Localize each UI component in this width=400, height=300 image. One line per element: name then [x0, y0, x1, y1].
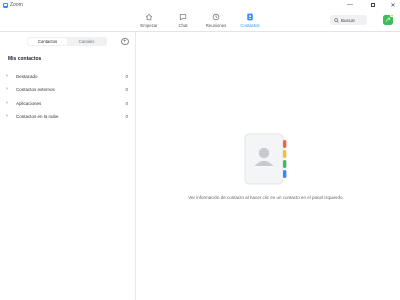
clock-icon — [212, 13, 220, 21]
contacts-sidebar: Contactos Canales + Mis contactos › Dest… — [0, 32, 136, 300]
user-avatar[interactable] — [383, 13, 394, 25]
group-count: 0 — [125, 100, 128, 106]
chevron-right-icon: › — [6, 73, 8, 79]
group-count: 0 — [125, 113, 128, 119]
section-title: Mis contactos — [8, 56, 42, 62]
nav-home[interactable]: Empezar — [131, 12, 167, 31]
contact-group-destacado[interactable]: › Destacado 0 — [6, 72, 128, 80]
group-label: Destacado — [16, 73, 38, 79]
minimize-button[interactable]: — — [343, 1, 357, 9]
address-book-illustration — [244, 133, 287, 185]
chevron-right-icon: › — [6, 86, 8, 92]
tab-contactos[interactable]: Contactos — [28, 37, 67, 45]
empty-state-message: Ver información de contacto al hacer cli… — [188, 195, 344, 200]
chevron-right-icon: › — [6, 113, 8, 119]
nav-home-label: Empezar — [140, 22, 158, 28]
chevron-right-icon: › — [6, 100, 8, 106]
group-count: 0 — [125, 86, 128, 92]
contact-group-externos[interactable]: › Contactos externos 0 — [6, 85, 128, 93]
home-icon — [145, 14, 153, 21]
nav-chat-label: Chat — [178, 22, 188, 28]
contact-group-aplicaciones[interactable]: › Aplicaciones 0 — [6, 99, 128, 107]
contact-group-nube[interactable]: › Contactos en la nube 0 — [6, 112, 128, 120]
nav-meetings[interactable]: Reuniones — [198, 12, 234, 31]
user-icon — [385, 17, 391, 22]
contacts-segmented-control: Contactos Canales — [27, 37, 107, 46]
maximize-icon — [370, 2, 376, 8]
group-label: Contactos externos — [16, 86, 55, 92]
search-box[interactable]: Buscar — [330, 15, 367, 25]
nav-chat[interactable]: Chat — [165, 12, 201, 31]
maximize-button[interactable] — [366, 1, 380, 9]
search-label: Buscar — [341, 17, 356, 23]
window-title: Zoom — [10, 2, 23, 8]
search-icon — [334, 17, 339, 23]
close-button[interactable]: ✕ — [386, 1, 400, 9]
title-bar: Zoom — ✕ — [0, 0, 400, 10]
nav-contacts[interactable]: Contactos — [232, 12, 268, 31]
status-dot — [390, 13, 394, 18]
tab-canales[interactable]: Canales — [67, 38, 106, 45]
group-label: Contactos en la nube — [16, 113, 59, 119]
add-contact-button[interactable]: + — [121, 37, 129, 45]
contacts-icon — [247, 13, 253, 21]
group-count: 0 — [125, 73, 128, 79]
group-label: Aplicaciones — [16, 100, 42, 106]
nav-meetings-label: Reuniones — [205, 22, 227, 28]
zoom-logo-icon — [3, 2, 8, 8]
nav-contacts-label: Contactos — [240, 22, 260, 28]
chat-icon — [179, 14, 187, 21]
